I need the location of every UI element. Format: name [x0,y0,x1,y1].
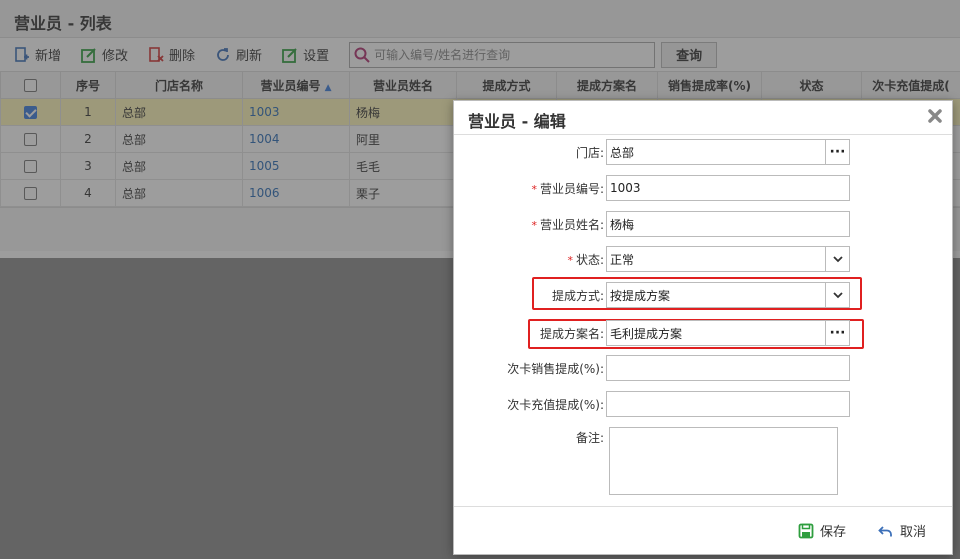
store-row: 门店: 总部 ··· [454,139,850,165]
method-select[interactable]: 按提成方案 [606,282,850,308]
save-button[interactable]: 保存 [798,521,846,540]
card-sale-field[interactable] [606,355,850,381]
plan-value: 毛利提成方案 [610,326,683,341]
remark-textarea[interactable] [609,427,838,495]
plan-label: 提成方案名: [539,326,604,341]
required-mark: * [567,253,573,267]
card-sale-row: 次卡销售提成(%): [454,355,850,381]
method-dropdown-button[interactable] [825,283,849,307]
code-field[interactable]: 1003 [606,175,850,201]
name-label: * 营业员姓名: [531,217,604,232]
dialog-title: 营业员 - 编辑 [468,112,566,131]
method-value: 按提成方案 [610,288,671,303]
required-mark: * [531,182,537,196]
store-label: 门店: [575,145,604,160]
store-value: 总部 [610,145,635,160]
card-sale-label: 次卡销售提成(%): [507,361,604,376]
method-label: 提成方式: [551,288,604,303]
cancel-label: 取消 [899,525,926,540]
remark-row: 备注: [454,427,606,447]
dialog-footer: 保存 取消 [454,506,952,554]
method-row: 提成方式: 按提成方案 [454,282,850,308]
store-field[interactable]: 总部 ··· [606,139,850,165]
save-icon [798,523,814,538]
cancel-button[interactable]: 取消 [878,521,926,540]
card-recharge-field[interactable] [606,391,850,417]
name-value: 杨梅 [610,217,635,232]
chevron-down-icon [832,292,843,299]
close-icon[interactable] [927,108,943,124]
chevron-down-icon [832,256,843,263]
plan-picker-button[interactable]: ··· [825,321,849,345]
plan-field[interactable]: 毛利提成方案 ··· [606,320,850,346]
save-label: 保存 [819,525,846,540]
dialog-header: 营业员 - 编辑 [454,101,952,135]
plan-row: 提成方案名: 毛利提成方案 ··· [454,320,850,346]
store-picker-button[interactable]: ··· [825,140,849,164]
code-row: * 营业员编号: 1003 [454,175,850,201]
status-label: * 状态: [567,252,604,267]
card-recharge-label: 次卡充值提成(%): [507,397,604,412]
status-select[interactable]: 正常 [606,246,850,272]
edit-dialog: 营业员 - 编辑 门店: 总部 ··· * 营业员编号: 1003 * 营业员姓名:… [453,100,953,555]
status-dropdown-button[interactable] [825,247,849,271]
code-value: 1003 [610,181,641,195]
undo-icon [878,525,892,536]
status-value: 正常 [610,252,635,267]
required-mark: * [531,218,537,232]
status-row: * 状态: 正常 [454,246,850,272]
name-field[interactable]: 杨梅 [606,211,850,237]
name-row: * 营业员姓名: 杨梅 [454,211,850,237]
remark-label: 备注: [575,430,604,445]
code-label: * 营业员编号: [531,181,604,196]
card-recharge-row: 次卡充值提成(%): [454,391,850,417]
